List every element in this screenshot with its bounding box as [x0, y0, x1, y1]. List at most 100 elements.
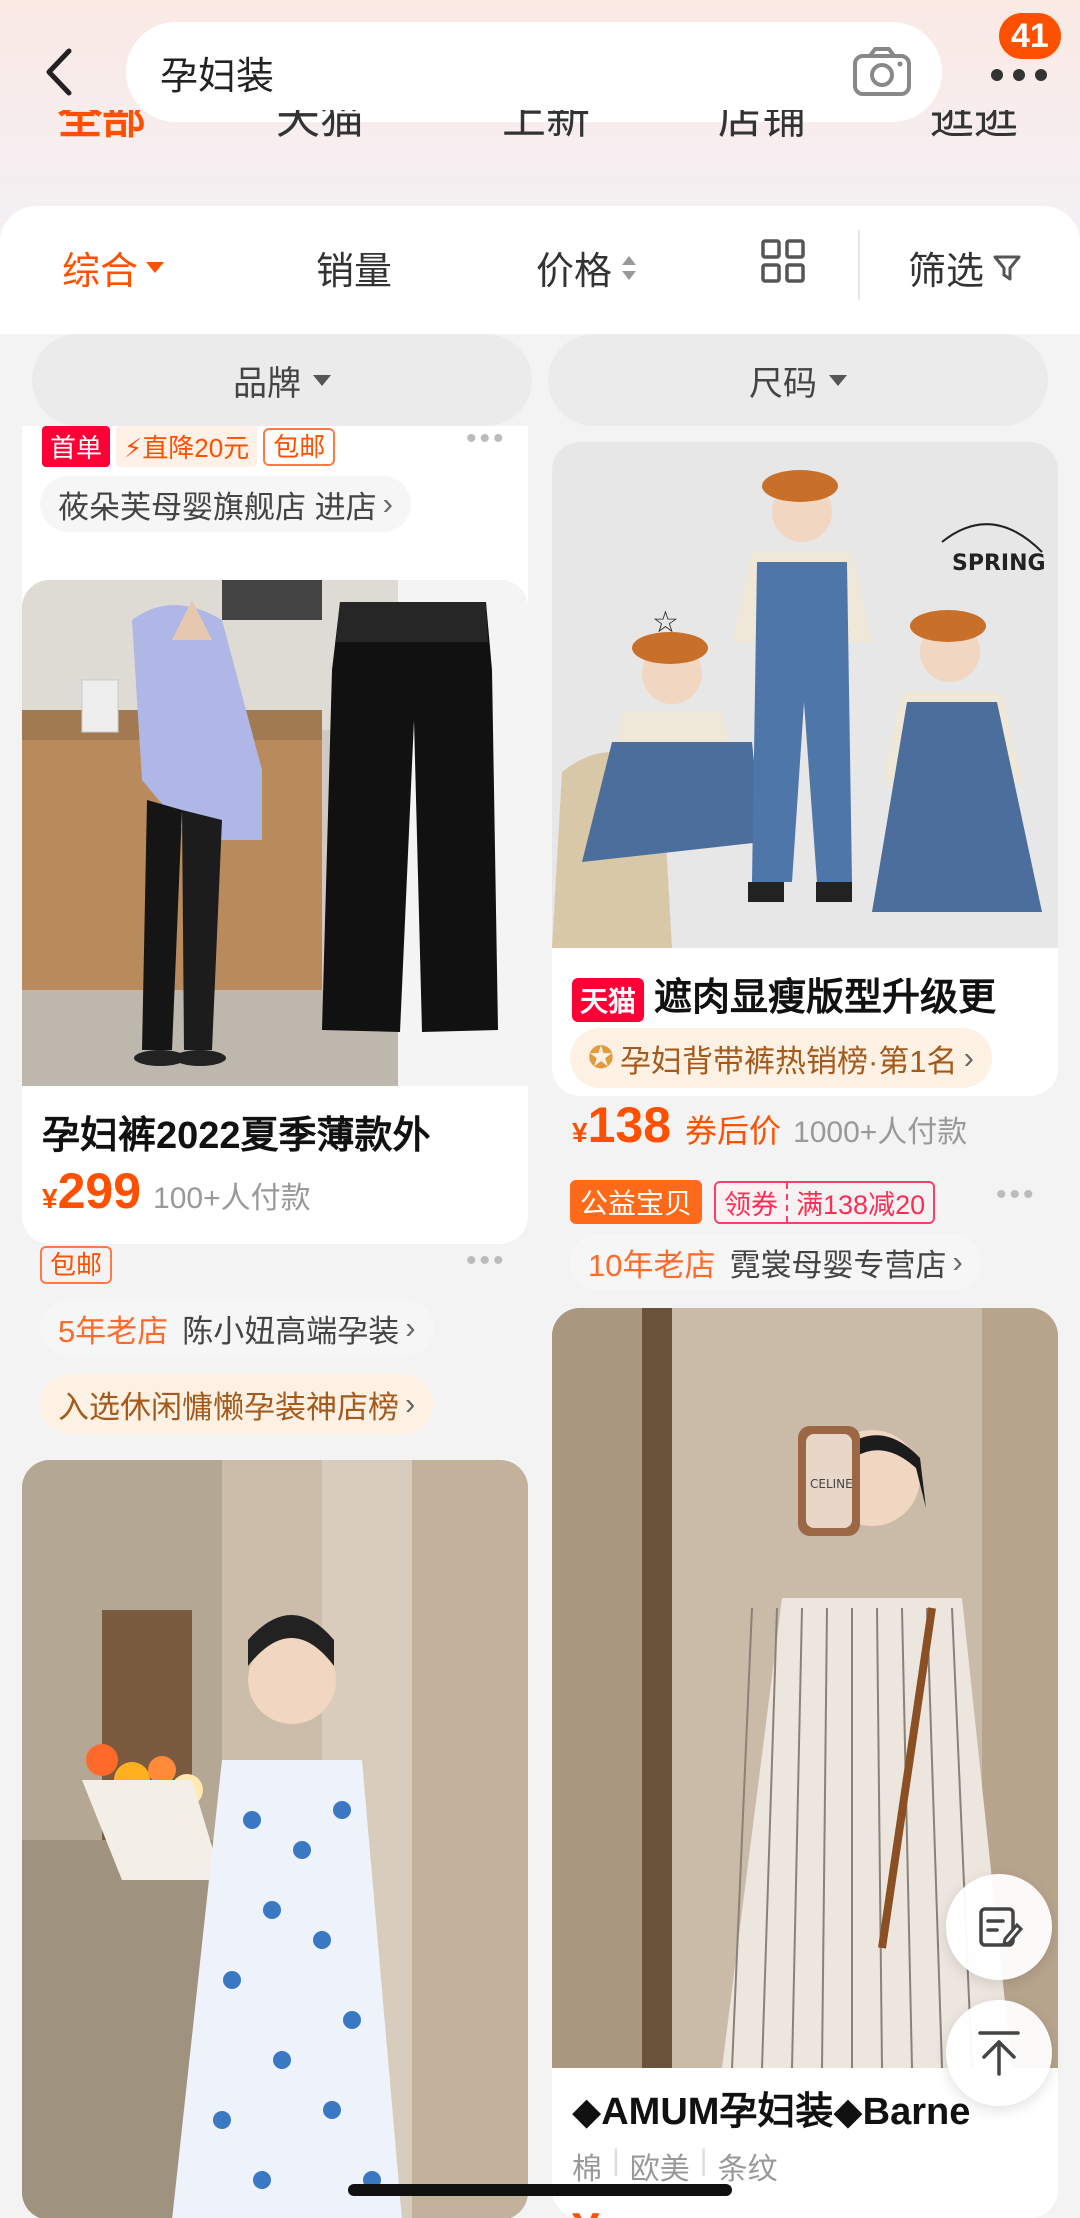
back-arrow-icon [46, 48, 72, 96]
chevron-right-icon: › [963, 1040, 974, 1075]
chevron-right-icon: › [382, 486, 393, 521]
filter-button[interactable]: 筛选 [908, 240, 1022, 295]
store-years: 10年老店 [588, 1247, 716, 1283]
lightning-icon: ⚡ [124, 433, 143, 463]
price-note: 券后价 [685, 1113, 782, 1149]
rank-link[interactable]: ✪ 孕妇背带裤热销榜·第1名 › [570, 1028, 992, 1088]
store-name: 陈小妞高端孕装 [182, 1313, 400, 1349]
back-button[interactable] [30, 36, 86, 108]
price-value: 138 [587, 1097, 672, 1153]
more-dots-icon[interactable]: ••• [466, 1244, 507, 1278]
edit-note-icon [979, 1907, 1023, 1947]
results-panel: 综合 销量 价格 筛选 品牌 尺码 首单 ⚡直降20元 包邮 ••• 莜朵芙母婴… [0, 206, 1080, 2218]
coupon-label: 领券 [716, 1182, 789, 1222]
chevron-right-icon: › [405, 1386, 416, 1421]
discount-tag-text: 直降20元 [142, 433, 250, 463]
paid-count: 1000+人付款 [793, 1116, 968, 1149]
store-name: 莜朵芙母婴旗舰店 进店 [58, 489, 377, 525]
product-price: ¥ 138 券后价 1000+人付款 [572, 1096, 967, 1154]
store-link[interactable]: 5年老店 陈小妞高端孕装 › [40, 1300, 434, 1356]
product-title[interactable]: 孕妇裤2022夏季薄款外 [42, 1104, 508, 1159]
product-title-row[interactable]: 天猫 遮肉显瘦版型升级更 [572, 966, 1052, 1022]
product-attributes: 棉 | 欧美 | 条纹 [572, 2144, 778, 2186]
tab-tmall[interactable]: 天猫 [276, 110, 364, 146]
store-name: 霓裳母婴专营店 [729, 1247, 947, 1283]
tab-stores[interactable]: 店铺 [718, 110, 806, 146]
promo-tags: 首单 ⚡直降20元 包邮 [42, 426, 336, 467]
more-dots-icon[interactable]: ••• [996, 1178, 1037, 1212]
free-shipping-tag: 包邮 [40, 1246, 113, 1284]
store-link[interactable]: 莜朵芙母婴旗舰店 进店 › [40, 476, 411, 532]
caret-down-icon [829, 374, 847, 386]
free-shipping-tag: 包邮 [263, 427, 336, 466]
promo-tags: 公益宝贝 领券 满138减20 [570, 1180, 936, 1224]
currency-symbol: ¥ [572, 1117, 588, 1148]
first-order-tag: 首单 [42, 426, 111, 467]
discount-tag: ⚡直降20元 [116, 426, 258, 467]
edit-note-button[interactable] [946, 1874, 1052, 1980]
back-to-top-button[interactable] [946, 2000, 1052, 2106]
attribute-material: 棉 [572, 2153, 602, 2186]
filter-funnel-icon [993, 255, 1021, 280]
store-link[interactable]: 10年老店 霓裳母婴专营店 › [570, 1234, 981, 1290]
more-dots-icon [991, 69, 1047, 81]
product-image-floral-dress [22, 1460, 528, 2218]
product-image-pants [22, 580, 528, 1086]
tab-all[interactable]: 全部 [58, 110, 146, 146]
caret-down-icon [313, 374, 331, 386]
more-dots-icon[interactable]: ••• [466, 426, 507, 456]
grid-view-icon[interactable] [760, 238, 806, 284]
store-years: 5年老店 [58, 1313, 169, 1349]
size-filter-label: 尺码 [749, 364, 817, 403]
svg-text:☆: ☆ [652, 606, 679, 639]
tab-new[interactable]: 上新 [502, 110, 590, 146]
tab-browse[interactable]: 逛逛 [930, 110, 1018, 146]
product-card-overalls[interactable]: SPRING ☆ 天猫 遮肉显瘦版型升级更 ✪ 孕妇背带裤热销榜·第1名 › [552, 442, 1058, 1096]
sort-updown-icon [622, 255, 637, 280]
sort-price-label: 价格 [536, 251, 613, 293]
product-card-pants[interactable]: 孕妇裤2022夏季薄款外 ¥ 299 100+人付款 [22, 580, 528, 1244]
product-card-floral-dress[interactable] [22, 1460, 528, 2218]
product-image-overalls: SPRING ☆ [552, 442, 1058, 948]
sort-sales-label: 销量 [316, 251, 393, 293]
coupon-value: 满138减20 [796, 1189, 926, 1220]
category-tabs: 全部 天猫 上新 店铺 逛逛 [0, 110, 1080, 160]
product-card-pants-footer: 包邮 ••• 5年老店 陈小妞高端孕装 › 入选休闲慵懒孕装神店榜 › [22, 1244, 528, 1464]
back-to-top-icon [978, 2031, 1020, 2076]
brand-filter-label: 品牌 [233, 364, 301, 403]
sort-comprehensive-label: 综合 [62, 251, 139, 293]
product-title: 遮肉显瘦版型升级更 [654, 977, 997, 1019]
price-cut-off: ¥ [572, 2206, 672, 2218]
product-price: ¥ 299 100+人付款 [42, 1162, 311, 1220]
currency-symbol: ¥ [42, 1183, 58, 1214]
camera-icon[interactable] [852, 46, 912, 98]
rank-text: 孕妇背带裤热销榜·第1名 [619, 1043, 958, 1079]
image-text-celine: CELINE [810, 1477, 853, 1491]
sort-comprehensive[interactable]: 综合 [62, 240, 165, 295]
charity-tag: 公益宝贝 [570, 1180, 703, 1224]
caret-down-icon [146, 262, 165, 273]
rank-link[interactable]: 入选休闲慵懒孕装神店榜 › [40, 1374, 434, 1434]
attribute-style: 欧美 [629, 2153, 690, 2186]
search-input[interactable]: 孕妇装 [126, 22, 942, 122]
attribute-pattern: 条纹 [717, 2153, 778, 2186]
sort-bar: 综合 销量 价格 筛选 [0, 206, 1080, 334]
sort-sales[interactable]: 销量 [316, 240, 392, 295]
home-indicator [348, 2184, 732, 2196]
chevron-right-icon: › [952, 1244, 963, 1279]
rank-text: 入选休闲慵懒孕装神店榜 [58, 1389, 399, 1425]
brand-filter[interactable]: 品牌 [32, 334, 532, 426]
size-filter[interactable]: 尺码 [548, 334, 1048, 426]
image-text-spring: SPRING [952, 551, 1046, 576]
message-badge: 41 [996, 10, 1064, 62]
chevron-right-icon: › [405, 1310, 416, 1345]
filter-label: 筛选 [908, 251, 985, 293]
search-query-text: 孕妇装 [160, 55, 275, 98]
sort-divider [858, 230, 860, 300]
price-value: 299 [57, 1163, 142, 1219]
tmall-tag: 天猫 [572, 977, 645, 1022]
paid-count: 100+人付款 [153, 1182, 311, 1215]
coupon-tag[interactable]: 领券 满138减20 [714, 1180, 936, 1224]
sort-price[interactable]: 价格 [536, 240, 638, 295]
medal-icon: ✪ [588, 1040, 614, 1075]
